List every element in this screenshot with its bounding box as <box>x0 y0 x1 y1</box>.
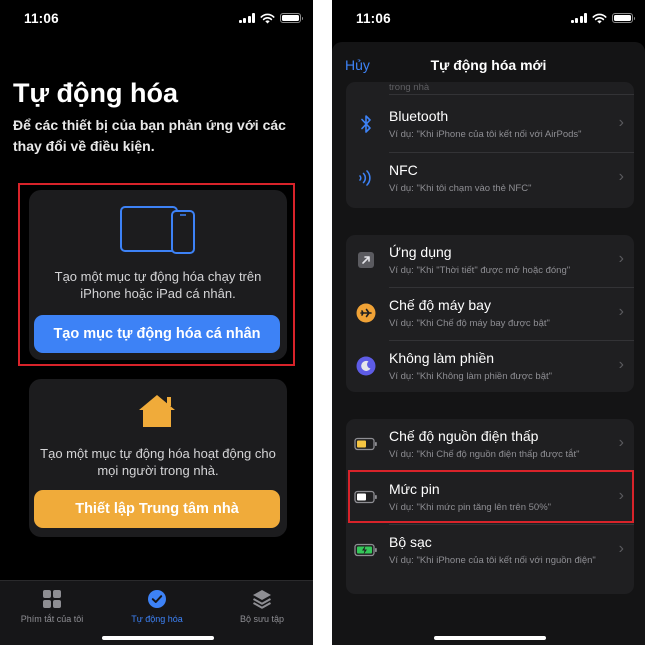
page-title: Tự động hóa <box>13 78 179 108</box>
trigger-row-app[interactable]: Ứng dụng Ví dụ: "Khi "Thời tiết" được mở… <box>346 235 634 287</box>
clock-check-icon <box>148 590 166 608</box>
chevron-right-icon: › <box>618 434 624 451</box>
tab-my-shortcuts[interactable]: Phím tắt của tôi <box>0 589 104 624</box>
battery-status-icon <box>612 13 635 23</box>
row-subtitle: Ví dụ: "Khi Chế độ máy bay được bật" <box>389 318 550 329</box>
right-screen: 11:06 Hủy Tự động hóa mới trong nhà Blue… <box>332 0 645 645</box>
tab-label: Bộ sưu tập <box>239 614 285 624</box>
partial-row-subtitle: trong nhà <box>389 82 430 93</box>
status-bar: 11:06 <box>332 0 645 34</box>
app-arrow-icon <box>354 249 378 271</box>
status-bar: 11:06 <box>0 0 313 34</box>
new-automation-sheet: Hủy Tự động hóa mới trong nhà Bluetooth … <box>332 42 645 645</box>
cellular-signal-icon <box>570 13 587 23</box>
chevron-right-icon: › <box>618 303 624 320</box>
battery-charging-icon <box>354 539 378 561</box>
row-title: NFC <box>389 162 418 178</box>
trigger-row-nfc[interactable]: NFC Ví dụ: "Khi tôi chạm vào thẻ NFC" › <box>346 153 634 205</box>
home-indicator <box>434 636 546 640</box>
trigger-group-connections: trong nhà Bluetooth Ví dụ: "Khi iPhone c… <box>346 82 634 208</box>
setup-home-hub-button[interactable]: Thiết lập Trung tâm nhà <box>34 490 280 528</box>
tab-label: Phím tắt của tôi <box>20 614 84 624</box>
status-icons <box>238 12 303 24</box>
row-separator <box>389 94 634 95</box>
row-subtitle: Ví dụ: "Khi "Thời tiết" được mở hoặc đón… <box>389 265 571 276</box>
battery-low-icon <box>354 433 378 455</box>
trigger-row-bluetooth[interactable]: Bluetooth Ví dụ: "Khi iPhone của tôi kết… <box>346 99 634 151</box>
trigger-group-settings: Ứng dụng Ví dụ: "Khi "Thời tiết" được mở… <box>346 235 634 392</box>
row-title: Chế độ máy bay <box>389 297 491 313</box>
sheet-title: Tự động hóa mới <box>430 57 547 73</box>
highlight-box-personal <box>18 183 295 366</box>
status-icons <box>570 12 635 24</box>
layers-icon <box>253 590 271 609</box>
left-screen: 11:06 Tự động hóa Để các thiết bị của bạ… <box>0 0 313 645</box>
row-subtitle: Ví dụ: "Khi iPhone của tôi kết nối với n… <box>389 555 596 566</box>
trigger-row-low-power-mode[interactable]: Chế độ nguồn điện thấp Ví dụ: "Khi Chế đ… <box>346 419 634 471</box>
row-title: Chế độ nguồn điện thấp <box>389 428 539 444</box>
home-indicator <box>102 636 214 640</box>
row-title: Bộ sạc <box>389 534 432 550</box>
chevron-right-icon: › <box>618 356 624 373</box>
row-subtitle: Ví dụ: "Khi tôi chạm vào thẻ NFC" <box>389 183 532 194</box>
moon-icon <box>354 355 378 377</box>
tab-gallery[interactable]: Bộ sưu tập <box>210 589 313 624</box>
chevron-right-icon: › <box>618 168 624 185</box>
nfc-icon <box>354 167 378 189</box>
tab-automation[interactable]: Tự động hóa <box>105 589 209 624</box>
grid-icon <box>43 590 61 608</box>
wifi-icon <box>592 13 607 23</box>
chevron-right-icon: › <box>618 250 624 267</box>
trigger-row-charger[interactable]: Bộ sạc Ví dụ: "Khi iPhone của tôi kết nố… <box>346 525 634 593</box>
battery-status-icon <box>280 13 303 23</box>
airplane-icon <box>354 302 378 324</box>
row-title: Ứng dụng <box>389 244 452 260</box>
trigger-row-do-not-disturb[interactable]: Không làm phiền Ví dụ: "Khi Không làm ph… <box>346 341 634 392</box>
bluetooth-icon <box>354 113 378 135</box>
row-title: Không làm phiền <box>389 350 495 366</box>
home-card-text: Tạo một mục tự động hóa hoạt động cho mọ… <box>40 446 276 478</box>
cellular-signal-icon <box>238 13 255 23</box>
page-description: Để các thiết bị của bạn phản ứng với các… <box>13 117 286 154</box>
home-icon <box>139 395 175 427</box>
status-time: 11:06 <box>356 11 391 26</box>
chevron-right-icon: › <box>618 540 624 557</box>
status-time: 11:06 <box>24 11 59 26</box>
chevron-right-icon: › <box>618 114 624 131</box>
wifi-icon <box>260 13 275 23</box>
tab-label: Tự động hóa <box>131 614 183 624</box>
row-subtitle: Ví dụ: "Khi Không làm phiền được bật" <box>389 371 552 382</box>
row-subtitle: Ví dụ: "Khi Chế độ nguồn điện thấp được … <box>389 449 580 460</box>
trigger-row-airplane-mode[interactable]: Chế độ máy bay Ví dụ: "Khi Chế độ máy ba… <box>346 288 634 340</box>
home-automation-card: Tạo một mục tự động hóa hoạt động cho mọ… <box>29 379 287 537</box>
row-title: Bluetooth <box>389 108 449 124</box>
highlight-box-battery-level <box>348 470 634 523</box>
row-subtitle: Ví dụ: "Khi iPhone của tôi kết nối với A… <box>389 129 582 140</box>
